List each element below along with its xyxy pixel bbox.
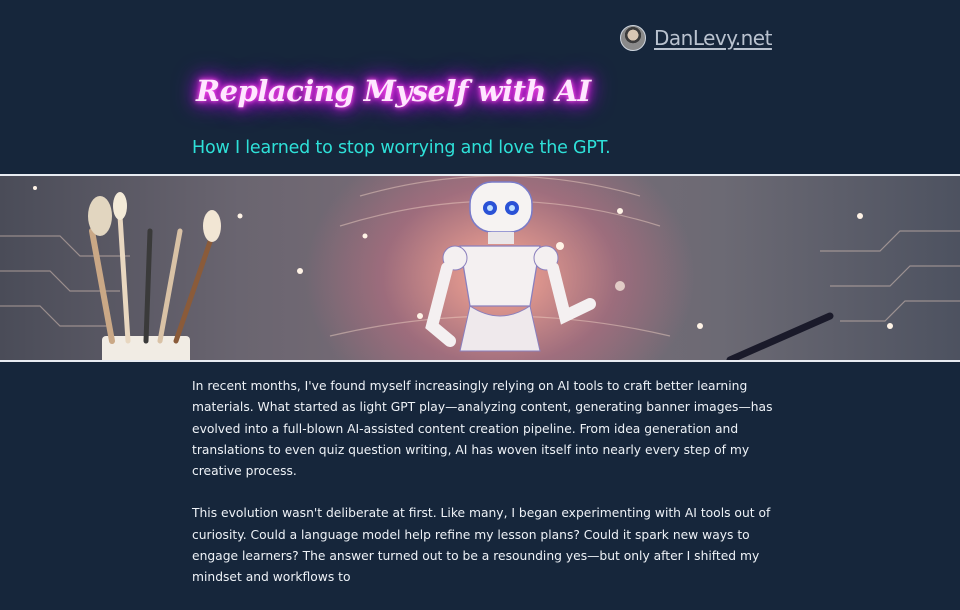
stylus-pen (726, 312, 834, 360)
article-subtitle: How I learned to stop worrying and love … (192, 138, 611, 158)
site-name[interactable]: DanLevy.net (654, 26, 772, 50)
paintbrush-cup (88, 192, 221, 360)
robot-with-paintbrushes-illustration (0, 176, 960, 360)
site-home-link[interactable]: DanLevy.net (620, 24, 772, 52)
author-avatar (620, 25, 646, 51)
article-body: In recent months, I've found myself incr… (192, 376, 777, 610)
robot-figure (425, 181, 596, 352)
article-title: Replacing Myself with AI (196, 74, 591, 108)
article-banner-image (0, 174, 960, 362)
paragraph: In recent months, I've found myself incr… (192, 379, 773, 479)
paragraph: This evolution wasn't deliberate at firs… (192, 506, 771, 585)
